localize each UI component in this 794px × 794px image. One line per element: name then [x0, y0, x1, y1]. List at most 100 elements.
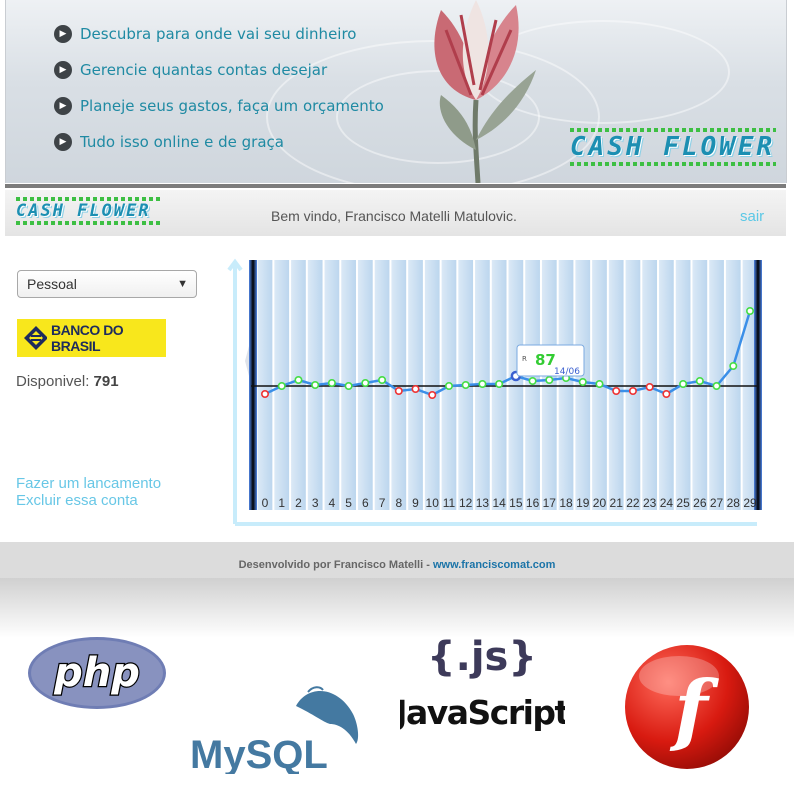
day-column[interactable] [625, 260, 641, 510]
cashflow-chart-svg: 0 1 2 3 4 5 6 7 8 9 10 11 12 13 14 15 16 17 18 19 20 21 22 23 24… [227, 258, 762, 526]
data-point[interactable] [612, 387, 621, 396]
banner-feature-text: Tudo isso online e de graça [80, 133, 284, 151]
x-tick-label: 4 [329, 496, 336, 510]
data-point[interactable] [311, 381, 320, 390]
delete-account-link[interactable]: Excluir essa conta [16, 492, 138, 509]
banner-feature: ▶ Tudo isso online e de graça [54, 133, 296, 151]
x-tick-label: 1 [278, 496, 285, 510]
account-select[interactable]: Pessoal ▼ [17, 270, 197, 298]
banner-feature: ▶ Gerencie quantas contas desejar [54, 61, 334, 79]
x-tick-label: 28 [727, 496, 741, 510]
data-point[interactable] [411, 385, 420, 394]
day-column[interactable] [659, 260, 674, 510]
data-point[interactable] [729, 362, 738, 371]
day-column[interactable] [725, 260, 741, 510]
data-point[interactable] [745, 306, 754, 315]
data-point[interactable] [595, 380, 604, 389]
logo-text: CASH FLOWER [16, 201, 151, 221]
flash-logo: f [625, 645, 749, 769]
x-tick-label: 12 [459, 496, 473, 510]
day-column[interactable] [291, 260, 306, 510]
data-point[interactable] [344, 382, 353, 391]
banner-feature-text: Descubra para onde vai seu dinheiro [80, 25, 357, 43]
data-point[interactable] [578, 378, 587, 387]
x-tick-label: 8 [395, 496, 402, 510]
day-column[interactable] [541, 260, 557, 510]
day-column[interactable] [391, 260, 407, 510]
mysql-logo: MySQL [190, 686, 359, 774]
day-column[interactable] [608, 260, 624, 510]
x-tick-label: 26 [693, 496, 707, 510]
play-icon: ▶ [54, 133, 72, 151]
javascript-logo: {.js} JavaScript [400, 634, 565, 732]
play-icon: ▶ [54, 61, 72, 79]
day-column[interactable] [374, 260, 390, 510]
data-point[interactable] [428, 391, 437, 400]
x-tick-label: 15 [509, 496, 523, 510]
data-point[interactable] [628, 387, 637, 396]
promo-banner: ▶ Descubra para onde vai seu dinheiro ▶ … [5, 0, 787, 183]
play-icon: ▶ [54, 97, 72, 115]
play-icon: ▶ [54, 25, 72, 43]
data-point[interactable] [378, 376, 387, 385]
logo-text: CASH FLOWER [570, 132, 776, 162]
js-name-text: JavaScript [400, 693, 565, 732]
data-point[interactable] [645, 383, 654, 392]
bank-logo: BANCO DO BRASIL [17, 319, 166, 357]
cashflow-chart: 0 1 2 3 4 5 6 7 8 9 10 11 12 13 14 15 16 17 18 19 20 21 22 23 24… [227, 256, 767, 532]
banner-feature-text: Planeje seus gastos, faça um orçamento [80, 97, 384, 115]
x-tick-label: 25 [676, 496, 690, 510]
data-point[interactable] [260, 390, 269, 399]
x-tick-label: 14 [492, 496, 506, 510]
x-tick-label: 17 [543, 496, 557, 510]
x-tick-label: 2 [295, 496, 302, 510]
data-point[interactable] [528, 377, 537, 386]
x-tick-label: 24 [660, 496, 674, 510]
tooltip-value: 87 [535, 351, 556, 369]
day-column[interactable] [508, 260, 524, 510]
chevron-down-icon: ▼ [177, 278, 188, 290]
new-transaction-link[interactable]: Fazer um lancamento [16, 475, 161, 492]
bank-symbol-icon [24, 326, 47, 350]
data-point[interactable] [495, 380, 504, 389]
data-point[interactable] [478, 380, 487, 389]
php-logo-text: php [53, 650, 140, 696]
data-point[interactable] [327, 379, 336, 388]
main-content: Pessoal ▼ BANCO DO BRASIL Disponivel: 79… [5, 236, 786, 542]
x-tick-label: 3 [312, 496, 319, 510]
data-point[interactable] [679, 380, 688, 389]
x-tick-label: 29 [743, 496, 757, 510]
data-point[interactable] [361, 379, 370, 388]
x-tick-label: 20 [593, 496, 607, 510]
tooltip: R 87 14/06 [516, 344, 585, 377]
js-badge-text: {.js} [427, 634, 537, 680]
separator [5, 184, 786, 188]
day-column[interactable] [424, 260, 440, 510]
x-tick-label: 9 [412, 496, 419, 510]
day-column[interactable] [558, 260, 574, 510]
day-column[interactable] [257, 260, 273, 510]
x-tick-label: 19 [576, 496, 590, 510]
data-point[interactable] [712, 382, 721, 391]
app-logo[interactable]: CASH FLOWER [16, 197, 161, 225]
footer-prefix: Desenvolvido por Francisco Matelli - [238, 559, 433, 571]
bank-name: BANCO DO BRASIL [50, 322, 124, 354]
data-point[interactable] [461, 381, 470, 390]
data-point[interactable] [695, 377, 704, 386]
data-point[interactable] [444, 382, 453, 391]
data-point[interactable] [545, 376, 554, 385]
data-point[interactable] [294, 376, 303, 385]
x-tick-label: 27 [710, 496, 724, 510]
logout-link[interactable]: sair [740, 208, 764, 225]
available-balance: Disponivel: 791 [16, 373, 119, 390]
banner-feature: ▶ Descubra para onde vai seu dinheiro [54, 25, 362, 43]
data-point[interactable] [277, 382, 286, 391]
data-point[interactable] [394, 387, 403, 396]
x-tick-label: 13 [476, 496, 490, 510]
data-point[interactable] [662, 390, 671, 399]
lower-background [0, 578, 794, 638]
tooltip-flag: R [522, 355, 527, 363]
x-tick-label: 5 [345, 496, 352, 510]
footer-link[interactable]: www.franciscomat.com [433, 559, 555, 571]
app-header: CASH FLOWER Bem vindo, Francisco Matelli… [5, 190, 786, 236]
